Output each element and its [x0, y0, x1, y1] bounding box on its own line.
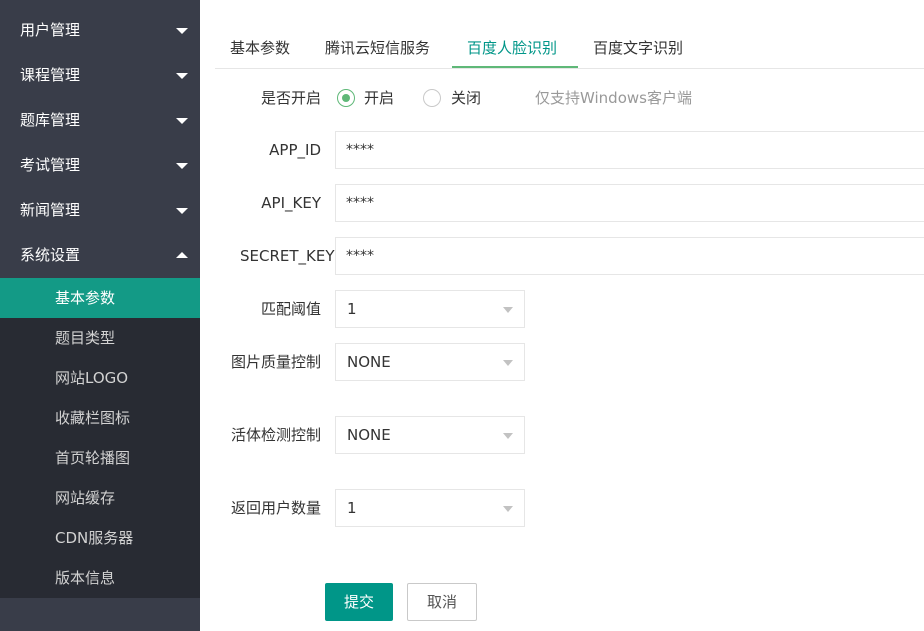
- sidebar-item-news-management[interactable]: 新闻管理: [0, 188, 200, 233]
- sidebar-item-question-bank[interactable]: 题库管理: [0, 98, 200, 143]
- api-key-field[interactable]: ****: [335, 184, 924, 222]
- sidebar-item-label: 课程管理: [20, 66, 81, 84]
- select-arrow-icon: [503, 307, 513, 313]
- chevron-down-icon: [176, 163, 188, 169]
- tab-baidu-ocr[interactable]: 百度文字识别: [593, 28, 683, 68]
- submenu-item-cdn[interactable]: CDN服务器: [0, 518, 200, 558]
- chevron-down-icon: [176, 118, 188, 124]
- submenu-item-site-logo[interactable]: 网站LOGO: [0, 358, 200, 398]
- submenu-item-basic-params[interactable]: 基本参数: [0, 278, 200, 318]
- submit-button[interactable]: 提交: [325, 583, 393, 621]
- radio-enable-on-label[interactable]: 开启: [364, 88, 394, 108]
- enable-label: 是否开启: [260, 89, 321, 107]
- sidebar-item-system-settings[interactable]: 系统设置: [0, 233, 200, 278]
- tab-tencent-sms[interactable]: 腾讯云短信服务: [325, 28, 430, 68]
- quality-control-value: NONE: [347, 353, 391, 371]
- sidebar: 用户管理 课程管理 题库管理 考试管理 新闻管理 系统设置 基本参数 题目类型 …: [0, 0, 200, 631]
- chevron-down-icon: [176, 73, 188, 79]
- sidebar-item-label: 系统设置: [20, 246, 81, 264]
- match-threshold-value: 1: [347, 300, 357, 318]
- sidebar-item-course-management[interactable]: 课程管理: [0, 53, 200, 98]
- sidebar-item-label: 新闻管理: [20, 201, 81, 219]
- sidebar-item-exam-management[interactable]: 考试管理: [0, 143, 200, 188]
- match-threshold-label: 匹配阈值: [260, 300, 321, 318]
- submenu-item-favicon[interactable]: 收藏栏图标: [0, 398, 200, 438]
- sidebar-item-label: 用户管理: [20, 21, 81, 39]
- app: 用户管理 课程管理 题库管理 考试管理 新闻管理 系统设置 基本参数 题目类型 …: [0, 0, 924, 631]
- sidebar-item-label: 题库管理: [20, 111, 81, 129]
- select-arrow-icon: [503, 360, 513, 366]
- radio-enable-off-label[interactable]: 关闭: [451, 88, 481, 108]
- match-threshold-select[interactable]: 1: [335, 290, 525, 328]
- select-arrow-icon: [503, 433, 513, 439]
- liveness-control-value: NONE: [347, 426, 391, 444]
- active-tab-indicator: [452, 66, 578, 68]
- secret-key-field[interactable]: ****: [335, 237, 924, 275]
- user-count-value: 1: [347, 499, 357, 517]
- quality-control-label: 图片质量控制: [230, 353, 321, 371]
- liveness-control-label: 活体检测控制: [230, 426, 321, 444]
- user-count-label: 返回用户数量: [230, 499, 321, 517]
- tab-baidu-face[interactable]: 百度人脸识别: [467, 28, 557, 68]
- submenu-item-version[interactable]: 版本信息: [0, 558, 200, 598]
- sidebar-item-label: 考试管理: [20, 156, 81, 174]
- enable-hint: 仅支持Windows客户端: [535, 89, 692, 107]
- radio-enable-on[interactable]: [337, 89, 355, 107]
- sidebar-item-user-management[interactable]: 用户管理: [0, 8, 200, 53]
- select-arrow-icon: [503, 506, 513, 512]
- user-count-select[interactable]: 1: [335, 489, 525, 527]
- submenu-item-question-types[interactable]: 题目类型: [0, 318, 200, 358]
- radio-enable-off[interactable]: [423, 89, 441, 107]
- quality-control-select[interactable]: NONE: [335, 343, 525, 381]
- secret-key-label: SECRET_KEY: [240, 247, 335, 265]
- tab-basic-params[interactable]: 基本参数: [230, 28, 290, 68]
- app-id-field[interactable]: ****: [335, 131, 924, 169]
- chevron-up-icon: [176, 252, 188, 258]
- app-id-label: APP_ID: [269, 141, 321, 159]
- liveness-control-select[interactable]: NONE: [335, 416, 525, 454]
- chevron-down-icon: [176, 208, 188, 214]
- api-key-label: API_KEY: [261, 194, 321, 212]
- submenu-item-carousel[interactable]: 首页轮播图: [0, 438, 200, 478]
- chevron-down-icon: [176, 28, 188, 34]
- submenu-item-cache[interactable]: 网站缓存: [0, 478, 200, 518]
- tab-bar: 基本参数 腾讯云短信服务 百度人脸识别 百度文字识别: [215, 28, 924, 69]
- sidebar-submenu: 基本参数 题目类型 网站LOGO 收藏栏图标 首页轮播图 网站缓存 CDN服务器…: [0, 278, 200, 598]
- cancel-button[interactable]: 取消: [407, 583, 477, 621]
